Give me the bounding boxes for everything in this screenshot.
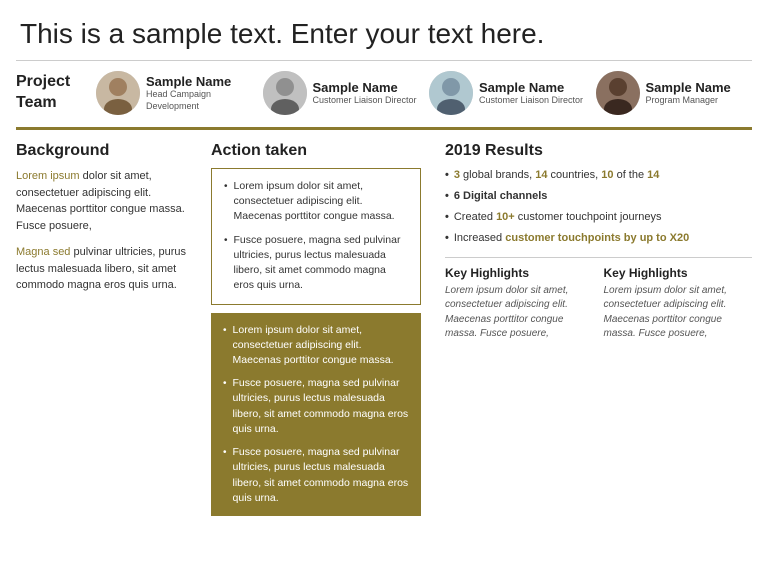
main-content: Background Lorem ipsum dolor sit amet, c… — [0, 142, 768, 462]
page-title: This is a sample text. Enter your text h… — [20, 18, 748, 50]
member-info-1: Sample Name Head Campaign Development — [146, 74, 253, 112]
kh-text-2: Lorem ipsum dolor sit amet, consectetuer… — [604, 284, 753, 342]
action-olive-text-1: Lorem ipsum dolor sit amet, consectetuer… — [233, 323, 409, 369]
kh-title-1: Key Highlights — [445, 266, 594, 280]
action-olive-item-1: • Lorem ipsum dolor sit amet, consectetu… — [223, 323, 409, 369]
team-member-1: Sample Name Head Campaign Development — [96, 71, 253, 115]
avatar-3 — [429, 71, 473, 115]
gold-divider — [16, 127, 752, 130]
result-item-1: 3 global brands, 14 countries, 10 of the… — [445, 168, 752, 184]
member-role-3: Customer Liaison Director — [479, 95, 583, 107]
background-highlight-2: Magna sed — [16, 246, 70, 258]
action-olive-text-3: Fusce posuere, magna sed pulvinar ultric… — [233, 445, 409, 506]
action-white-item-1: • Lorem ipsum dolor sit amet, consectetu… — [224, 179, 408, 225]
result-text-4: Increased customer touchpoints by up to … — [454, 231, 689, 247]
team-member-2: Sample Name Customer Liaison Director — [263, 71, 420, 115]
action-white-item-2: • Fusce posuere, magna sed pulvinar ultr… — [224, 233, 408, 294]
result-item-3: Created 10+ customer touchpoint journeys — [445, 210, 752, 226]
action-title: Action taken — [211, 142, 421, 160]
results-list: 3 global brands, 14 countries, 10 of the… — [445, 168, 752, 247]
background-paragraph-1: Lorem ipsum dolor sit amet, consectetuer… — [16, 168, 187, 234]
result-text-3: Created 10+ customer touchpoint journeys — [454, 210, 662, 226]
team-member-4: Sample Name Program Manager — [596, 71, 753, 115]
result-item-2: 6 Digital channels — [445, 189, 752, 205]
team-members: Sample Name Head Campaign Development Sa… — [96, 71, 752, 115]
member-name-2: Sample Name — [313, 80, 417, 95]
result-item-4: Increased customer touchpoints by up to … — [445, 231, 752, 247]
member-name-4: Sample Name — [646, 80, 731, 95]
team-member-3: Sample Name Customer Liaison Director — [429, 71, 586, 115]
action-white-text-1: Lorem ipsum dolor sit amet, consectetuer… — [234, 179, 408, 225]
action-white-text-2: Fusce posuere, magna sed pulvinar ultric… — [234, 233, 408, 294]
action-olive-box: • Lorem ipsum dolor sit amet, consectetu… — [211, 313, 421, 516]
bullet-icon: • — [224, 234, 228, 294]
results-title: 2019 Results — [445, 142, 752, 160]
result-text-2: 6 Digital channels — [454, 189, 548, 205]
member-info-3: Sample Name Customer Liaison Director — [479, 80, 583, 107]
bullet-icon: • — [223, 377, 227, 437]
bullet-icon: • — [223, 324, 227, 369]
member-info-4: Sample Name Program Manager — [646, 80, 731, 107]
header: This is a sample text. Enter your text h… — [0, 0, 768, 60]
action-olive-item-2: • Fusce posuere, magna sed pulvinar ultr… — [223, 376, 409, 437]
bullet-icon: • — [223, 446, 227, 506]
team-label: ProjectTeam — [16, 72, 96, 114]
background-highlight-1: Lorem ipsum — [16, 170, 80, 182]
action-column: Action taken • Lorem ipsum dolor sit ame… — [201, 142, 431, 462]
background-column: Background Lorem ipsum dolor sit amet, c… — [16, 142, 201, 462]
key-highlight-col-2: Key Highlights Lorem ipsum dolor sit ame… — [604, 266, 753, 342]
bullet-icon: • — [224, 180, 228, 225]
background-title: Background — [16, 142, 187, 160]
background-paragraph-2: Magna sed pulvinar ultricies, purus lect… — [16, 244, 187, 294]
avatar-1 — [96, 71, 140, 115]
member-name-3: Sample Name — [479, 80, 583, 95]
key-highlights-row: Key Highlights Lorem ipsum dolor sit ame… — [445, 266, 752, 342]
kh-text-1: Lorem ipsum dolor sit amet, consectetuer… — [445, 284, 594, 342]
avatar-2 — [263, 71, 307, 115]
member-role-4: Program Manager — [646, 95, 731, 107]
action-white-box: • Lorem ipsum dolor sit amet, consectetu… — [211, 168, 421, 305]
results-column: 2019 Results 3 global brands, 14 countri… — [431, 142, 752, 462]
kh-title-2: Key Highlights — [604, 266, 753, 280]
results-divider — [445, 257, 752, 258]
result-text-1: 3 global brands, 14 countries, 10 of the… — [454, 168, 660, 184]
key-highlight-col-1: Key Highlights Lorem ipsum dolor sit ame… — [445, 266, 594, 342]
action-olive-text-2: Fusce posuere, magna sed pulvinar ultric… — [233, 376, 409, 437]
action-olive-item-3: • Fusce posuere, magna sed pulvinar ultr… — [223, 445, 409, 506]
team-section: ProjectTeam Sample Name Head Campaign De… — [0, 61, 768, 123]
member-role-1: Head Campaign Development — [146, 89, 253, 112]
member-name-1: Sample Name — [146, 74, 253, 89]
avatar-4 — [596, 71, 640, 115]
member-role-2: Customer Liaison Director — [313, 95, 417, 107]
member-info-2: Sample Name Customer Liaison Director — [313, 80, 417, 107]
